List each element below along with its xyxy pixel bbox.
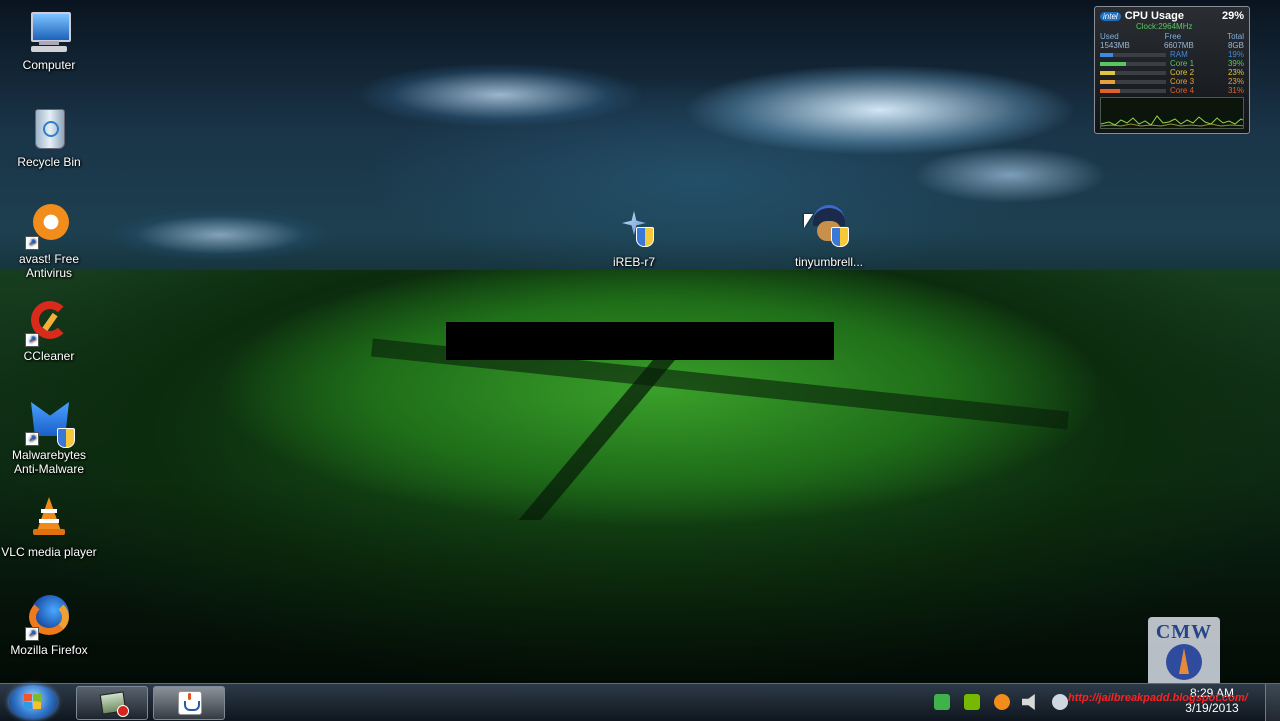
meter-bar <box>1100 70 1166 75</box>
desktop-icon-label: Recycle Bin <box>17 155 81 169</box>
col-free: Free <box>1164 32 1182 41</box>
overlay-url-text: http://jailbreakpadd.blogspot.com/ <box>1068 692 1248 704</box>
redaction-bar <box>446 322 834 360</box>
meter-fill <box>1100 70 1116 75</box>
windows-logo-icon <box>24 694 42 710</box>
avast-icon: ↗ <box>25 202 73 250</box>
stop-badge-icon <box>117 705 129 717</box>
col-total: Total <box>1227 32 1244 41</box>
cpu-history-graph <box>1100 97 1244 129</box>
meter-fill <box>1100 52 1113 57</box>
watermark-text: CMW <box>1155 621 1213 643</box>
cpu-clock: Clock:2964MHz <box>1136 22 1193 31</box>
desktop-wallpaper <box>0 0 1280 720</box>
computer-icon <box>25 8 73 56</box>
uac-shield-icon <box>831 227 849 247</box>
shortcut-arrow-icon: ↗ <box>25 627 39 641</box>
system-tray <box>930 688 1070 716</box>
meter-value: 23% <box>1227 68 1244 77</box>
desktop-icon-label: Mozilla Firefox <box>10 643 88 657</box>
avast-tray-icon[interactable] <box>994 694 1010 710</box>
firefox-icon: ↗ <box>25 593 73 641</box>
tinyumbrella-icon <box>805 205 853 253</box>
intel-logo-icon: intel <box>1100 11 1121 21</box>
meter-value: 19% <box>1227 50 1244 59</box>
meter-fill <box>1100 61 1126 66</box>
network-icon[interactable] <box>1052 694 1068 710</box>
mem-free: 6607MB <box>1163 41 1194 50</box>
desktop-icon-label: VLC media player <box>1 545 97 559</box>
tray-monitor-icon[interactable] <box>934 694 950 710</box>
desktop-icon-tinyumbrella[interactable]: tinyumbrell... <box>781 205 877 269</box>
meter-bar <box>1100 79 1166 84</box>
uac-shield-icon <box>636 227 654 247</box>
gadget-meter-ram: RAM 19% <box>1100 50 1244 59</box>
shortcut-arrow-icon: ↗ <box>25 236 39 250</box>
cmw-watermark: CMW <box>1148 617 1220 691</box>
meter-label: Core 3 <box>1170 77 1195 86</box>
cpu-history-line <box>1101 115 1243 127</box>
desktop-icon-firefox[interactable]: ↗ Mozilla Firefox <box>1 593 97 657</box>
desktop-icon-ccleaner[interactable]: ↗ CCleaner <box>1 299 97 363</box>
gadget-meter-core-3: Core 3 23% <box>1100 77 1244 86</box>
meter-bar <box>1100 88 1166 93</box>
recycle-bin-icon <box>25 105 73 153</box>
mem-used: 1543MB <box>1100 41 1130 50</box>
meter-label: Core 4 <box>1170 86 1195 95</box>
malwarebytes-icon: ↗ <box>25 398 75 448</box>
cpu-percent: 29% <box>1221 10 1244 22</box>
meter-label: Core 1 <box>1170 59 1195 68</box>
start-button[interactable] <box>9 685 57 719</box>
desktop-icon-malwarebytes[interactable]: ↗ Malwarebytes Anti-Malware <box>1 398 97 476</box>
desktop-icon-vlc[interactable]: VLC media player <box>1 495 97 559</box>
meter-value: 23% <box>1227 77 1244 86</box>
compass-icon <box>1166 644 1202 680</box>
desktop-icon-label: CCleaner <box>23 349 75 363</box>
gadget-meter-core-2: Core 2 23% <box>1100 68 1244 77</box>
desktop-icon-label: iREB-r7 <box>612 255 655 269</box>
desktop-icon-avast[interactable]: ↗ avast! Free Antivirus <box>1 202 97 280</box>
desktop-icon-label: tinyumbrell... <box>794 255 864 269</box>
meter-label: RAM <box>1170 50 1188 59</box>
ccleaner-icon: ↗ <box>25 299 73 347</box>
uac-shield-icon <box>57 428 75 448</box>
gadget-meter-core-4: Core 4 31% <box>1100 86 1244 95</box>
desktop-icon-label: Malwarebytes Anti-Malware <box>11 448 87 476</box>
meter-bar <box>1100 52 1166 57</box>
ireb-icon <box>610 205 658 253</box>
desktop-icon-label: Computer <box>22 58 76 72</box>
meter-fill <box>1100 79 1116 84</box>
mem-total: 8GB <box>1227 41 1244 50</box>
volume-icon[interactable] <box>1022 694 1035 710</box>
shortcut-arrow-icon: ↗ <box>25 432 39 446</box>
meter-value: 31% <box>1227 86 1244 95</box>
meter-bar <box>1100 61 1166 66</box>
desktop-icon-computer[interactable]: Computer <box>1 8 97 72</box>
meter-label: Core 2 <box>1170 68 1195 77</box>
gadget-meters: RAM 19% Core 1 39% Core 2 23% Core 3 23% Core 4 3… <box>1100 50 1244 95</box>
gadget-title: CPU Usage <box>1124 10 1184 22</box>
nvidia-icon[interactable] <box>964 694 980 710</box>
gadget-meter-core-1: Core 1 39% <box>1100 59 1244 68</box>
vlc-icon <box>25 495 73 543</box>
taskbar-app-1[interactable] <box>76 686 148 720</box>
java-icon <box>178 691 202 715</box>
mouse-cursor-icon <box>804 214 813 228</box>
meter-fill <box>1100 88 1121 93</box>
col-used: Used <box>1100 32 1119 41</box>
meter-value: 39% <box>1227 59 1244 68</box>
shortcut-arrow-icon: ↗ <box>25 333 39 347</box>
show-desktop-button[interactable] <box>1265 684 1280 721</box>
taskbar-java[interactable] <box>153 686 225 720</box>
desktop-icon-ireb[interactable]: iREB-r7 <box>586 205 682 269</box>
desktop-icon-label: avast! Free Antivirus <box>18 252 80 280</box>
desktop-icon-recycle-bin[interactable]: Recycle Bin <box>1 105 97 169</box>
cpu-usage-gadget[interactable]: intel CPU Usage 29% Clock:2964MHz Used F… <box>1094 6 1250 134</box>
